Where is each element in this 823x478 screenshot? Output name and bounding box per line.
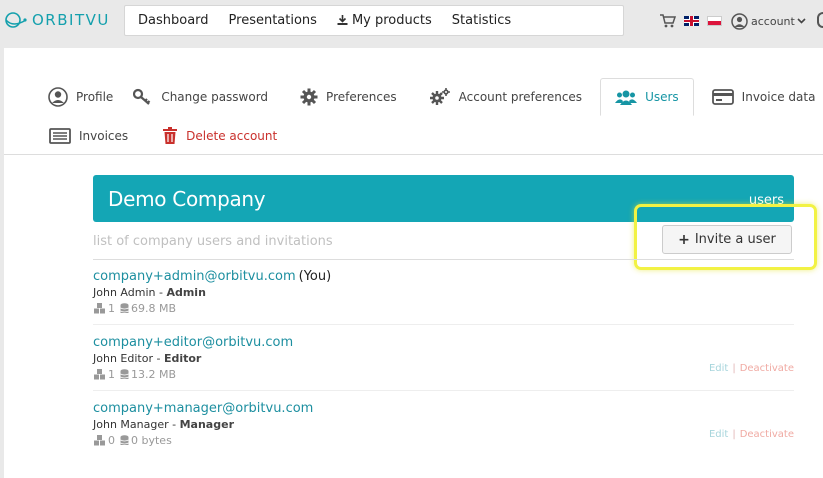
user-row: company+admin@orbitvu.com (You) John Admi… <box>93 269 794 315</box>
presentations-count: 1 <box>108 302 115 315</box>
presentations-count: 1 <box>108 368 115 381</box>
user-role: Manager <box>179 418 234 431</box>
storage-used: 0 bytes <box>131 434 172 447</box>
user-role: Editor <box>163 352 202 365</box>
tab-profile-label: Profile <box>76 90 114 104</box>
user-row: company+editor@orbitvu.com John Editor -… <box>93 335 794 381</box>
tab-invoice-data-label: Invoice data <box>741 90 816 104</box>
tab-change-password-label: Change password <box>161 90 269 104</box>
database-icon <box>120 369 129 379</box>
account-name: account <box>751 14 795 28</box>
user-name: John Manager <box>93 418 169 431</box>
storage-used: 13.2 MB <box>131 368 177 381</box>
company-name: Demo Company <box>108 187 266 211</box>
users-list-subtitle: list of company users and invitations <box>93 234 333 249</box>
orbitvu-logo[interactable]: ORBITVU <box>4 8 110 32</box>
cubes-icon <box>94 303 105 314</box>
invite-user-label: Invite a user <box>694 232 776 247</box>
orbit-logo-icon <box>5 12 27 28</box>
users-icon <box>615 90 638 105</box>
user-name: John Editor <box>93 352 153 365</box>
presentations-count: 0 <box>108 434 115 447</box>
user-row: company+manager@orbitvu.com John Manager… <box>93 401 794 447</box>
tabs-divider <box>4 154 823 155</box>
gear-icon <box>300 88 318 106</box>
polish-flag-icon[interactable] <box>707 16 722 26</box>
tab-invoices-label: Invoices <box>79 129 129 143</box>
gears-icon <box>429 88 450 105</box>
user-email-link[interactable]: company+editor@orbitvu.com <box>93 335 293 350</box>
database-icon <box>120 435 129 445</box>
trash-icon <box>163 127 178 144</box>
edit-user-link[interactable]: Edit <box>709 363 728 374</box>
you-label: (You) <box>298 269 332 284</box>
header-tools: account <box>660 10 806 32</box>
user-role: Admin <box>166 286 206 299</box>
tab-delete-account[interactable]: Delete account <box>162 120 277 152</box>
tab-invoices[interactable]: Invoices <box>4 120 162 152</box>
user-actions: Edit | Deactivate <box>709 429 794 440</box>
storage-used: 69.8 MB <box>131 302 177 315</box>
partial-icon <box>817 12 823 28</box>
row-divider <box>93 324 794 325</box>
user-actions: Edit | Deactivate <box>709 363 794 374</box>
nav-presentations[interactable]: Presentations <box>219 13 327 28</box>
nav-my-products-label: My products <box>351 13 432 28</box>
settings-tabs-row-2: Invoices Delete account <box>4 120 277 152</box>
nav-dashboard[interactable]: Dashboard <box>125 13 219 28</box>
tab-invoice-data[interactable]: Invoice data <box>694 78 816 116</box>
user-email-link[interactable]: company+admin@orbitvu.com <box>93 269 296 284</box>
cubes-icon <box>94 435 105 446</box>
deactivate-user-link[interactable]: Deactivate <box>740 429 794 440</box>
cart-icon[interactable] <box>660 14 676 28</box>
edit-user-link[interactable]: Edit <box>709 429 728 440</box>
key-icon <box>133 88 151 105</box>
tab-account-preferences-label: Account preferences <box>458 90 583 104</box>
tab-preferences-label: Preferences <box>326 90 397 104</box>
brand-name: ORBITVU <box>32 11 110 29</box>
plus-icon: + <box>678 231 690 248</box>
action-separator: | <box>732 429 736 440</box>
action-separator: | <box>732 363 736 374</box>
user-avatar-icon <box>731 12 748 30</box>
row-divider <box>93 390 794 391</box>
download-icon <box>337 15 348 25</box>
settings-panel: Profile Change password Preferences Acco… <box>4 48 823 478</box>
tab-preferences[interactable]: Preferences <box>300 78 429 116</box>
role-separator: - <box>168 418 180 431</box>
tab-users[interactable]: Users <box>600 78 694 116</box>
tab-delete-account-label: Delete account <box>186 129 278 143</box>
role-separator: - <box>155 286 167 299</box>
credit-card-icon <box>711 89 734 105</box>
top-bar: ORBITVU Dashboard Presentations My produ… <box>0 0 823 40</box>
invoice-list-icon <box>49 128 71 144</box>
role-separator: - <box>152 352 164 365</box>
user-name: John Admin <box>93 286 156 299</box>
invite-user-button[interactable]: + Invite a user <box>662 225 792 254</box>
nav-statistics[interactable]: Statistics <box>442 13 521 28</box>
deactivate-user-link[interactable]: Deactivate <box>740 363 794 374</box>
tab-profile[interactable]: Profile <box>4 78 133 116</box>
tab-account-preferences[interactable]: Account preferences <box>429 78 600 116</box>
account-menu[interactable]: account <box>731 12 806 30</box>
database-icon <box>120 303 129 313</box>
nav-my-products[interactable]: My products <box>327 13 442 28</box>
settings-tabs: Profile Change password Preferences Acco… <box>4 78 815 116</box>
list-divider <box>93 259 794 260</box>
chevron-down-icon <box>797 18 806 24</box>
tab-users-label: Users <box>645 90 679 104</box>
cubes-icon <box>94 369 105 380</box>
main-nav: Dashboard Presentations My products Stat… <box>124 5 624 36</box>
user-email-link[interactable]: company+manager@orbitvu.com <box>93 401 313 416</box>
profile-icon <box>48 87 68 107</box>
english-flag-icon[interactable] <box>684 16 699 26</box>
tab-change-password[interactable]: Change password <box>133 78 300 116</box>
